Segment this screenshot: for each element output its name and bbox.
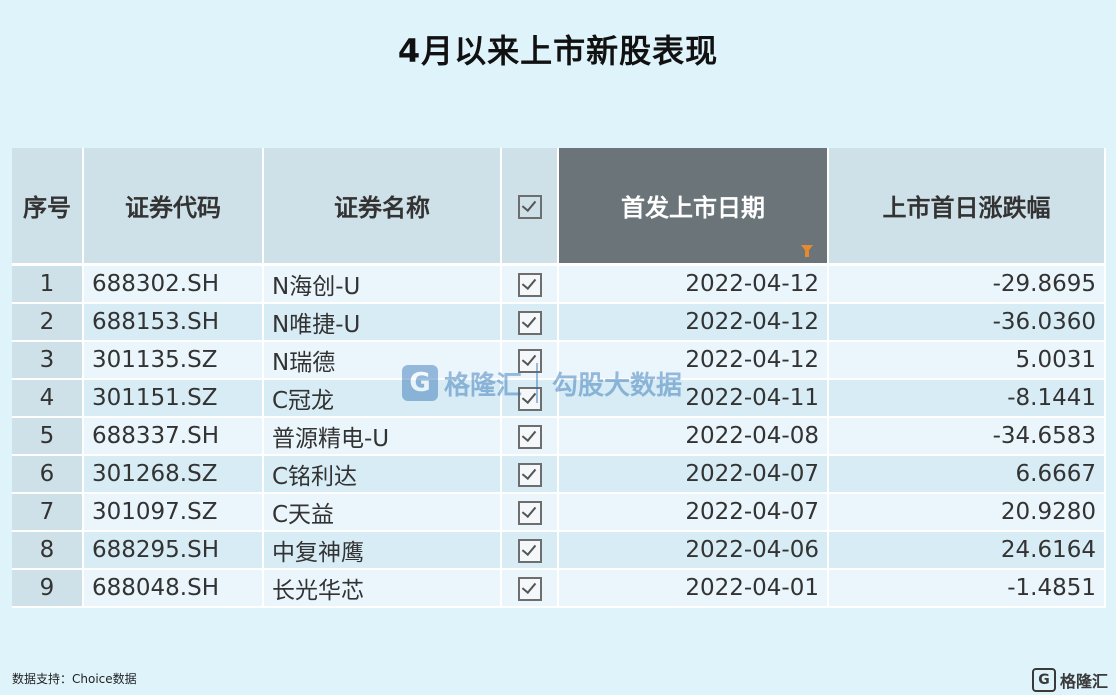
row-date: 2022-04-06 [557,531,829,570]
select-all-checkbox[interactable] [517,194,542,219]
row-checkbox[interactable] [517,272,542,297]
row-name: N瑞德 [263,341,502,380]
header-select-all[interactable] [501,148,559,266]
row-code: 688337.SH [83,417,264,456]
header-date-label: 首发上市日期 [621,194,765,222]
row-date: 2022-04-12 [557,303,829,342]
row-seq: 3 [12,341,84,380]
row-checkbox-cell[interactable] [501,303,559,342]
row-code: 301151.SZ [83,379,264,418]
row-checkbox-cell[interactable] [501,379,559,418]
row-seq: 7 [12,493,84,532]
page-title: 4月以来上市新股表现 [397,32,719,70]
row-checkbox[interactable] [517,348,542,373]
row-name: C冠龙 [263,379,502,418]
row-date: 2022-04-12 [557,264,829,304]
row-date: 2022-04-11 [557,379,829,418]
table-row[interactable]: 2 688153.SH N唯捷-U 2022-04-12 -36.0360 [12,303,1106,342]
row-seq: 6 [12,455,84,494]
row-change: -34.6583 [828,417,1106,456]
row-date: 2022-04-12 [557,341,829,380]
row-checkbox-cell[interactable] [501,569,559,608]
row-change: -29.8695 [828,264,1106,304]
row-date: 2022-04-01 [557,569,829,608]
row-name: 长光华芯 [263,569,502,608]
filter-icon[interactable] [801,245,813,257]
row-name: N海创-U [263,264,502,304]
row-checkbox-cell[interactable] [501,493,559,532]
row-code: 688048.SH [83,569,264,608]
row-change: 20.9280 [828,493,1106,532]
table-row[interactable]: 5 688337.SH 普源精电-U 2022-04-08 -34.6583 [12,417,1106,456]
row-name: N唯捷-U [263,303,502,342]
table-row[interactable]: 9 688048.SH 长光华芯 2022-04-01 -1.4851 [12,569,1106,608]
table-row[interactable]: 1 688302.SH N海创-U 2022-04-12 -29.8695 [12,264,1106,304]
row-name: C铭利达 [263,455,502,494]
row-date: 2022-04-07 [557,455,829,494]
row-seq: 8 [12,531,84,570]
row-checkbox-cell[interactable] [501,455,559,494]
table-row[interactable]: 7 301097.SZ C天益 2022-04-07 20.9280 [12,493,1106,532]
row-checkbox[interactable] [517,538,542,563]
row-checkbox-cell[interactable] [501,341,559,380]
row-seq: 4 [12,379,84,418]
table-row[interactable]: 6 301268.SZ C铭利达 2022-04-07 6.6667 [12,455,1106,494]
header-row: 序号 证券代码 证券名称 首发上市日期 上市首日涨跌幅 [12,148,1106,266]
row-checkbox[interactable] [517,462,542,487]
row-change: -36.0360 [828,303,1106,342]
row-code: 688302.SH [83,264,264,304]
row-checkbox-cell[interactable] [501,417,559,456]
table-row[interactable]: 3 301135.SZ N瑞德 2022-04-12 5.0031 [12,341,1106,380]
row-checkbox-cell[interactable] [501,531,559,570]
header-date[interactable]: 首发上市日期 [558,148,829,266]
row-seq: 1 [12,264,84,304]
row-seq: 5 [12,417,84,456]
table-row[interactable]: 4 301151.SZ C冠龙 2022-04-11 -8.1441 [12,379,1106,418]
row-name: 普源精电-U [263,417,502,456]
row-checkbox[interactable] [517,386,542,411]
row-code: 301135.SZ [83,341,264,380]
corner-logo: G 格隆汇 [1031,668,1108,692]
row-date: 2022-04-07 [557,493,829,532]
row-checkbox[interactable] [517,310,542,335]
header-name[interactable]: 证券名称 [263,148,502,266]
row-checkbox[interactable] [517,500,542,525]
header-seq[interactable]: 序号 [12,148,84,266]
ipo-table: 序号 证券代码 证券名称 首发上市日期 上市首日涨跌幅 1 688302.SH N海… [12,148,1106,608]
row-change: 24.6164 [828,531,1106,570]
row-change: -1.4851 [828,569,1106,608]
row-checkbox[interactable] [517,576,542,601]
row-name: C天益 [263,493,502,532]
table-row[interactable]: 8 688295.SH 中复神鹰 2022-04-06 24.6164 [12,531,1106,570]
row-checkbox[interactable] [517,424,542,449]
corner-logo-text: 格隆汇 [1059,672,1108,691]
corner-logo-icon: G [1031,668,1056,692]
header-change[interactable]: 上市首日涨跌幅 [828,148,1106,266]
row-code: 301097.SZ [83,493,264,532]
row-name: 中复神鹰 [263,531,502,570]
data-source-note: 数据支持：Choice数据 [12,672,137,686]
row-seq: 2 [12,303,84,342]
row-date: 2022-04-08 [557,417,829,456]
row-change: 5.0031 [828,341,1106,380]
row-code: 688295.SH [83,531,264,570]
row-code: 301268.SZ [83,455,264,494]
row-change: -8.1441 [828,379,1106,418]
row-change: 6.6667 [828,455,1106,494]
header-code[interactable]: 证券代码 [83,148,264,266]
row-checkbox-cell[interactable] [501,264,559,304]
row-seq: 9 [12,569,84,608]
row-code: 688153.SH [83,303,264,342]
